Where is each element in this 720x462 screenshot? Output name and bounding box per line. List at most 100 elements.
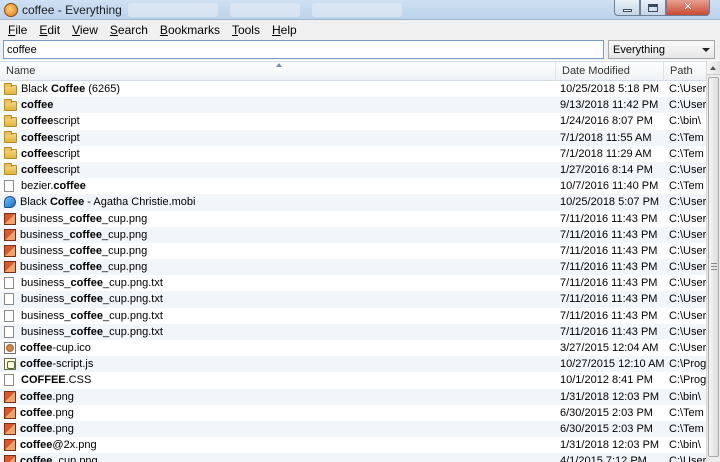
cell-name: business_coffee_cup.png: [4, 259, 552, 275]
table-row[interactable]: coffeescript 7/1/2018 11:55 AM C:\Tem: [0, 129, 706, 146]
cell-date-modified: 3/27/2015 12:04 AM: [560, 342, 659, 354]
column-header-path[interactable]: Path: [664, 62, 706, 81]
menu-help-accesskey: H: [271, 22, 281, 37]
search-match-highlight: coffee: [20, 439, 53, 452]
cell-path: C:\User: [669, 244, 706, 257]
cell-path: C:\User: [669, 455, 706, 462]
doc-icon: [4, 325, 14, 338]
cell-path: C:\User: [669, 99, 706, 112]
menu-tools[interactable]: Tools: [226, 23, 266, 37]
css-icon: [4, 374, 14, 387]
file-name-prefix: business_: [21, 325, 71, 338]
table-row[interactable]: bezier.coffee 10/7/2016 11:40 PM C:\Tem: [0, 178, 706, 194]
table-row[interactable]: coffee.png 6/30/2015 2:03 PM C:\Tem: [0, 420, 706, 438]
file-name: bezier.coffee: [21, 178, 86, 194]
table-row[interactable]: COFFEE.CSS 10/1/2012 8:41 PM C:\Prog: [0, 372, 706, 388]
file-name-suffix: _cup.png: [101, 228, 148, 241]
table-row[interactable]: business_coffee_cup.png.txt 7/11/2016 11:…: [0, 275, 706, 291]
table-row[interactable]: business_coffee_cup.png 7/11/2016 11:43 P…: [0, 243, 706, 259]
cell-date-modified: 10/7/2016 11:40 PM: [560, 180, 659, 193]
table-row[interactable]: coffee.png 1/31/2018 12:03 PM C:\bin\: [0, 388, 706, 405]
cell-date-modified: 6/30/2015 2:03 PM: [560, 422, 653, 435]
minimize-button[interactable]: [614, 0, 640, 16]
file-name: coffee-cup.ico: [20, 340, 91, 356]
vertical-scrollbar[interactable]: [706, 61, 720, 462]
search-match-highlight: coffee: [20, 422, 53, 435]
file-name: business_coffee_cup.png: [20, 211, 147, 227]
menu-bookmarks[interactable]: Bookmarks: [154, 23, 226, 37]
table-row[interactable]: business_coffee_cup.png 7/11/2016 11:43 P…: [0, 259, 706, 276]
column-header-date-modified[interactable]: Date Modified: [556, 62, 664, 81]
table-row[interactable]: coffee_cup.png 4/1/2015 7:12 PM C:\User: [0, 453, 706, 462]
file-name-suffix: _cup.png: [52, 455, 98, 462]
filter-dropdown[interactable]: Everything: [608, 40, 715, 59]
table-row[interactable]: coffee 9/13/2018 11:42 PM C:\User: [0, 97, 706, 114]
menu-search[interactable]: Search: [104, 23, 154, 37]
file-name: coffeescript: [21, 146, 80, 162]
results-list[interactable]: Black Coffee (6265) 10/25/2018 5:18 PM C:\…: [0, 81, 706, 462]
file-name-suffix: _cup.png: [101, 244, 148, 257]
png-icon: [4, 261, 16, 274]
title-bar[interactable]: coffee - Everything ✕: [0, 0, 720, 20]
search-match-highlight: coffee: [70, 277, 103, 290]
file-name-suffix: -cup.ico: [52, 342, 91, 354]
table-row[interactable]: business_coffee_cup.png.txt 7/11/2016 11:…: [0, 308, 706, 324]
table-row[interactable]: Black Coffee (6265) 10/25/2018 5:18 PM C:\…: [0, 81, 706, 97]
menu-file[interactable]: File: [2, 23, 33, 37]
menu-search-label: earch: [117, 22, 148, 37]
file-name-suffix: _cup.png.txt: [102, 325, 163, 338]
table-row[interactable]: coffee@2x.png 1/31/2018 12:03 PM C:\bin\: [0, 437, 706, 453]
search-match-highlight: coffee: [69, 261, 102, 274]
cell-date-modified: 1/31/2018 12:03 PM: [560, 439, 660, 452]
menu-edit[interactable]: Edit: [33, 23, 66, 37]
cell-path: C:\Tem: [669, 422, 704, 435]
menu-edit-label: dit: [47, 22, 61, 37]
chevron-down-icon: [702, 48, 710, 52]
scroll-up-button[interactable]: [707, 61, 720, 75]
table-row[interactable]: business_coffee_cup.png 7/11/2016 11:43 P…: [0, 226, 706, 243]
mobi-icon: [4, 196, 16, 209]
cell-name: business_coffee_cup.png: [4, 243, 552, 259]
search-match-highlight: coffee: [21, 99, 54, 112]
table-row[interactable]: business_coffee_cup.png.txt 7/11/2016 11:…: [0, 291, 706, 308]
search-match-highlight: coffee: [53, 180, 86, 193]
cell-date-modified: 10/27/2015 12:10 AM: [560, 358, 664, 371]
cell-date-modified: 9/13/2018 11:42 PM: [560, 99, 659, 112]
everything-app-icon[interactable]: [4, 3, 18, 17]
cell-date-modified: 1/27/2016 8:14 PM: [560, 163, 653, 176]
menu-view[interactable]: View: [66, 23, 104, 37]
file-name-prefix: business_: [20, 212, 70, 225]
maximize-button[interactable]: [640, 0, 666, 16]
file-name: coffeescript: [21, 113, 80, 129]
cell-path: C:\User: [669, 261, 706, 274]
cell-path: C:\Tem: [669, 406, 704, 419]
background-window-tab: [128, 3, 218, 17]
menu-help[interactable]: Help: [266, 23, 303, 37]
search-input[interactable]: [3, 40, 604, 59]
cell-name: coffee-script.js: [4, 356, 552, 372]
close-button[interactable]: ✕: [666, 0, 710, 16]
cell-path: C:\User: [669, 277, 706, 290]
table-row[interactable]: coffee-cup.ico 3/27/2015 12:04 AM C:\User: [0, 340, 706, 356]
menu-bookmarks-label: ookmarks: [167, 22, 220, 37]
cell-name: coffee: [4, 97, 552, 113]
cell-date-modified: 7/11/2016 11:43 PM: [560, 244, 658, 257]
table-row[interactable]: coffee.png 6/30/2015 2:03 PM C:\Tem: [0, 405, 706, 421]
table-row[interactable]: coffeescript 7/1/2018 11:29 AM C:\Tem: [0, 146, 706, 162]
cell-date-modified: 1/24/2016 8:07 PM: [560, 115, 653, 128]
scroll-thumb[interactable]: [708, 77, 719, 457]
filter-value: Everything: [613, 44, 665, 56]
table-row[interactable]: business_coffee_cup.png.txt 7/11/2016 11:…: [0, 323, 706, 340]
cell-name: coffee_cup.png: [4, 453, 552, 462]
table-row[interactable]: coffeescript 1/24/2016 8:07 PM C:\bin\: [0, 113, 706, 129]
png-icon: [4, 212, 16, 225]
table-row[interactable]: Black Coffee - Agatha Christie.mobi 10/25…: [0, 194, 706, 211]
file-name: business_coffee_cup.png.txt: [21, 324, 163, 340]
table-row[interactable]: business_coffee_cup.png 7/11/2016 11:43 P…: [0, 211, 706, 227]
png-icon: [4, 439, 16, 452]
cell-date-modified: 1/31/2018 12:03 PM: [560, 390, 660, 403]
window-controls: ✕: [614, 0, 710, 16]
table-row[interactable]: coffee-script.js 10/27/2015 12:10 AM C:\Pr…: [0, 356, 706, 373]
file-name-suffix: .CSS: [65, 374, 92, 387]
table-row[interactable]: coffeescript 1/27/2016 8:14 PM C:\User: [0, 161, 706, 179]
